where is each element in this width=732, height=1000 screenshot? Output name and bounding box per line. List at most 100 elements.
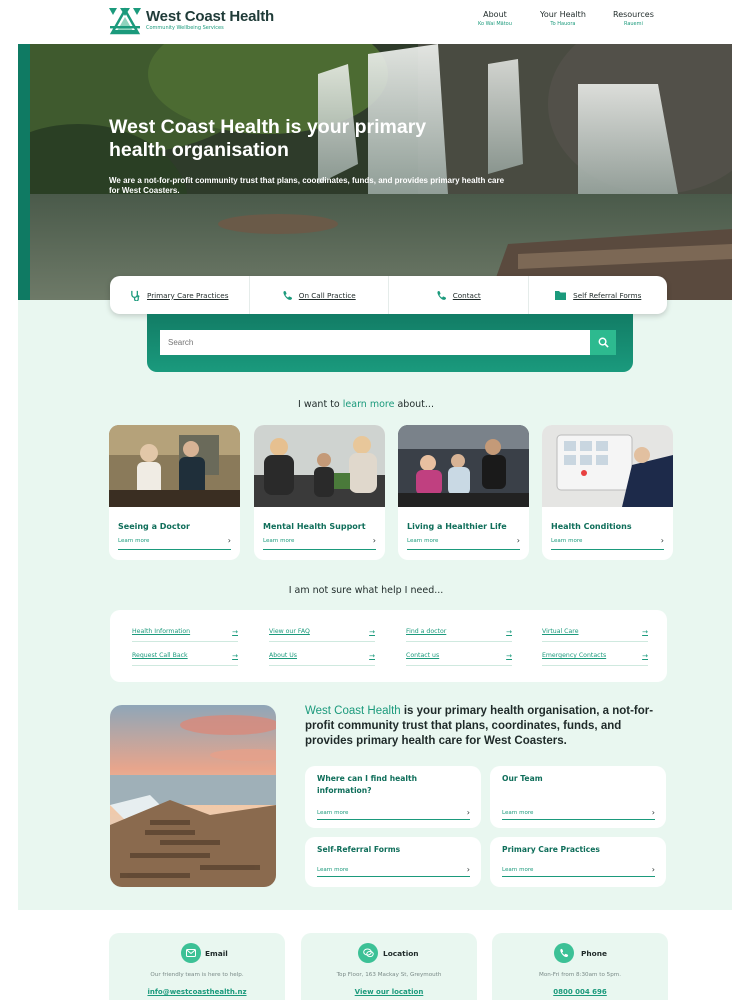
info-card-our-team[interactable]: Our Team Learn more ›	[490, 766, 666, 828]
email-link[interactable]: info@westcoasthealth.nz	[109, 988, 285, 996]
quick-link-on-call[interactable]: On Call Practice	[250, 276, 389, 314]
card-title: Seeing a Doctor	[118, 522, 190, 531]
hero-title: West Coast Health is your primary health…	[109, 116, 427, 161]
search-button[interactable]	[590, 330, 616, 355]
contact-title: Location	[383, 949, 419, 958]
chat-icon	[358, 943, 378, 963]
search-icon	[598, 337, 609, 348]
coastline-image	[110, 705, 276, 887]
folder-icon	[555, 290, 567, 300]
help-link-label: Emergency Contacts	[542, 652, 607, 659]
help-link-label: View our FAQ	[269, 628, 310, 635]
arrow-right-icon: →	[506, 652, 512, 660]
quick-link-self-referral-label: Self Referral Forms	[573, 290, 642, 300]
info-card-title: Self-Referral Forms	[317, 845, 401, 854]
nav-resources[interactable]: Resources Rauemi	[613, 10, 654, 29]
help-link[interactable]: Emergency Contacts →	[542, 652, 648, 666]
help-link-label: About Us	[269, 652, 298, 659]
hero-description: We are a not-for-profit community trust …	[109, 176, 505, 195]
medication-image	[542, 425, 673, 507]
help-link[interactable]: Health Information →	[132, 628, 238, 642]
info-card-title: Primary Care Practices	[502, 845, 600, 854]
contact-card-email: Email Our friendly team is here to help.…	[109, 933, 285, 1000]
help-heading: I am not sure what help I need...	[288, 585, 444, 596]
card-seeing-a-doctor[interactable]: Seeing a Doctor Learn more ›	[109, 425, 240, 560]
help-link[interactable]: About Us →	[269, 652, 375, 666]
info-card-health-information[interactable]: Where can I find health information? Lea…	[305, 766, 481, 828]
info-card-link[interactable]: Learn more ›	[502, 808, 655, 820]
phone-icon	[437, 290, 446, 300]
contact-description: Our friendly team is here to help.	[150, 972, 244, 978]
phone-icon	[554, 943, 574, 963]
contact-card-location: Location Top Floor, 163 Mackay St, Greym…	[301, 933, 477, 1000]
info-card-link-label: Learn more	[317, 867, 349, 873]
quick-link-self-referral[interactable]: Self Referral Forms	[529, 276, 668, 314]
contact-title: Email	[205, 949, 228, 958]
logo[interactable]: West Coast Health Community Wellbeing Se…	[108, 5, 274, 35]
location-link[interactable]: View our location	[301, 988, 477, 996]
nav-about[interactable]: About Ko Wai Mātou	[478, 10, 512, 29]
help-link[interactable]: Request Call Back →	[132, 652, 238, 666]
card-title: Health Conditions	[551, 522, 632, 531]
card-learn-more-link[interactable]: Learn more ›	[551, 536, 664, 550]
quick-link-primary-care-label: Primary Care Practices	[147, 290, 229, 300]
nav-your-health-sub: To Hauora	[550, 21, 576, 27]
gym-image	[398, 425, 529, 507]
doctor-visit-image	[109, 425, 240, 507]
quick-link-primary-care[interactable]: Primary Care Practices	[110, 276, 250, 314]
help-link[interactable]: Virtual Care →	[542, 628, 648, 642]
arrow-right-icon: →	[642, 628, 648, 636]
quick-links-bar: Primary Care Practices On Call Practice …	[110, 276, 667, 314]
info-card-link[interactable]: Learn more ›	[502, 866, 655, 877]
card-learn-more-link[interactable]: Learn more ›	[407, 536, 520, 550]
nav-resources-label: Resources	[613, 10, 654, 19]
waterfall-hero-image	[18, 44, 732, 300]
card-title: Mental Health Support	[263, 522, 366, 531]
info-card-title: Where can I find health information?	[317, 774, 418, 795]
help-link[interactable]: Find a doctor →	[406, 628, 512, 642]
info-card-primary-care[interactable]: Primary Care Practices Learn more ›	[490, 837, 666, 887]
info-card-self-referral[interactable]: Self-Referral Forms Learn more ›	[305, 837, 481, 887]
card-title: Living a Healthier Life	[407, 522, 507, 531]
nav-about-label: About	[483, 10, 507, 19]
help-link-label: Request Call Back	[132, 652, 188, 659]
card-health-conditions[interactable]: Health Conditions Learn more ›	[542, 425, 673, 560]
contact-description: Mon-Fri from 8:30am to 5pm.	[539, 972, 621, 978]
hero-banner: West Coast Health is your primary health…	[18, 44, 732, 300]
quick-link-contact-label: Contact	[452, 290, 481, 300]
chevron-right-icon: ›	[227, 536, 231, 545]
card-living-a-healthier-life[interactable]: Living a Healthier Life Learn more ›	[398, 425, 529, 560]
arrow-right-icon: →	[506, 628, 512, 636]
nav-your-health[interactable]: Your Health To Hauora	[540, 10, 586, 29]
chevron-right-icon: ›	[651, 808, 655, 817]
help-link[interactable]: Contact us →	[406, 652, 512, 666]
arrow-right-icon: →	[232, 628, 238, 636]
help-links-panel: Health Information → View our FAQ → Find a…	[110, 610, 667, 682]
arrow-right-icon: →	[642, 652, 648, 660]
search-input[interactable]	[160, 330, 590, 355]
info-card-link[interactable]: Learn more ›	[317, 866, 470, 877]
mental-health-image	[254, 425, 385, 507]
card-link-label: Learn more	[263, 538, 295, 544]
help-link[interactable]: View our FAQ →	[269, 628, 375, 642]
chevron-right-icon: ›	[466, 808, 470, 817]
arrow-right-icon: →	[369, 628, 375, 636]
about-accent: West Coast Health	[305, 705, 401, 717]
nav-about-sub: Ko Wai Mātou	[478, 21, 512, 27]
quick-link-contact[interactable]: Contact	[389, 276, 529, 314]
nav-your-health-label: Your Health	[540, 10, 586, 19]
phone-link[interactable]: 0800 004 696	[492, 988, 668, 996]
info-card-link[interactable]: Learn more ›	[317, 808, 470, 820]
chevron-right-icon: ›	[660, 536, 664, 545]
nav-resources-sub: Rauemi	[623, 21, 643, 27]
pancake-rocks-image	[110, 705, 276, 887]
contact-card-phone: Phone Mon-Fri from 8:30am to 5pm. 0800 0…	[492, 933, 668, 1000]
arrow-right-icon: →	[232, 652, 238, 660]
chevron-right-icon: ›	[372, 536, 376, 545]
card-mental-health-support[interactable]: Mental Health Support Learn more ›	[254, 425, 385, 560]
card-learn-more-link[interactable]: Learn more ›	[118, 536, 231, 550]
learn-more-accent: learn more	[342, 399, 395, 410]
card-learn-more-link[interactable]: Learn more ›	[263, 536, 376, 550]
learn-more-suffix: about...	[394, 399, 434, 410]
chevron-right-icon: ›	[516, 536, 520, 545]
